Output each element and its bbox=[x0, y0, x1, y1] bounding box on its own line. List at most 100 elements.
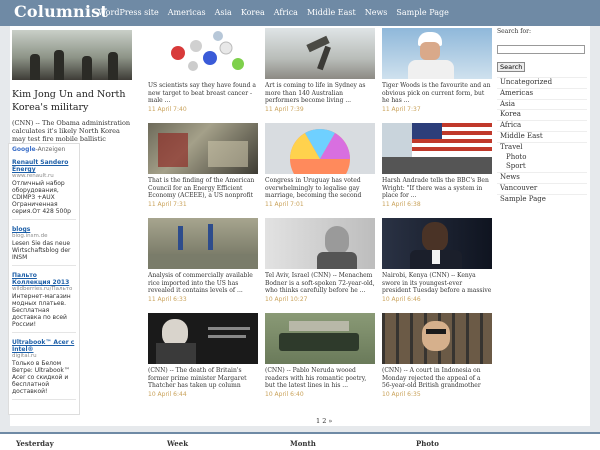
category-middle-east[interactable]: Middle East bbox=[497, 130, 587, 142]
site-title[interactable]: Columnist bbox=[14, 2, 108, 21]
wind-person-image[interactable] bbox=[265, 28, 375, 79]
man-portrait-image[interactable] bbox=[382, 218, 492, 269]
post-excerpt: Analysis of commercially available rice … bbox=[148, 272, 253, 294]
post-excerpt: That is the finding of the American Coun… bbox=[148, 177, 255, 200]
footer-week[interactable]: Week bbox=[167, 439, 188, 448]
google-ads-suffix: -Anzeigen bbox=[35, 146, 66, 153]
category-sport[interactable]: Sport bbox=[497, 162, 587, 172]
ad-item[interactable]: blogs blog.insm.de Lesen Sie das neue Wi… bbox=[12, 226, 76, 266]
main-nav: WordPress site Americas Asia Korea Afric… bbox=[98, 8, 458, 17]
category-africa[interactable]: Africa bbox=[497, 120, 587, 131]
post-excerpt: Art is coming to life in Sydney as more … bbox=[265, 82, 366, 104]
post-excerpt: Tiger Woods is the favourite and an obvi… bbox=[382, 82, 491, 104]
post-card: Congress in Uruguay has voted overwhelmi… bbox=[265, 123, 375, 208]
post-card: (CNN) -- The death of Britain's former p… bbox=[148, 313, 258, 398]
lead-story: Kim Jong Un and North Korea's military (… bbox=[12, 30, 132, 158]
post-date: 10 April 6:44 bbox=[148, 391, 187, 398]
flag-svg bbox=[382, 123, 492, 174]
post-card: Tiger Woods is the favourite and an obvi… bbox=[382, 28, 492, 113]
right-sidebar: Search for: Search Uncategorized America… bbox=[497, 28, 587, 205]
post-card: (CNN) -- A court in Indonesia on Monday … bbox=[382, 313, 492, 398]
search-input[interactable] bbox=[497, 44, 585, 54]
footer-photo[interactable]: Photo bbox=[416, 439, 439, 448]
thatcher-image[interactable] bbox=[148, 313, 258, 364]
category-americas[interactable]: Americas bbox=[497, 87, 587, 99]
post-date: 11 April 6:38 bbox=[382, 201, 421, 208]
crowd-image[interactable] bbox=[148, 123, 258, 174]
footer-yesterday[interactable]: Yesterday bbox=[16, 439, 54, 448]
post-excerpt: Harsh Andrade tells the BBC's Ben Wright… bbox=[382, 177, 489, 199]
post-card: US scientists say they have found a new … bbox=[148, 28, 258, 113]
nav-asia[interactable]: Asia bbox=[215, 8, 232, 17]
post-excerpt: (CNN) -- A court in Indonesia on Monday … bbox=[382, 367, 481, 390]
post-date: 10 April 10:27 bbox=[265, 296, 308, 303]
lead-story-title[interactable]: Kim Jong Un and North Korea's military bbox=[12, 88, 132, 114]
prisoner-image[interactable] bbox=[382, 313, 492, 364]
post-date: 11 April 7:37 bbox=[382, 106, 421, 113]
post-date: 11 April 7:39 bbox=[265, 106, 304, 113]
umbrellas-svg bbox=[290, 128, 350, 174]
site-header: Columnist WordPress site Americas Asia K… bbox=[0, 0, 600, 26]
golfer-image[interactable] bbox=[382, 28, 492, 79]
nav-korea[interactable]: Korea bbox=[241, 8, 265, 17]
category-uncategorized[interactable]: Uncategorized bbox=[497, 77, 587, 88]
post-card: (CNN) -- Pablo Neruda wooed readers with… bbox=[265, 313, 375, 398]
ad-url[interactable]: digital.ru bbox=[12, 353, 76, 360]
category-travel[interactable]: Travel bbox=[497, 141, 587, 153]
ad-item[interactable]: Пальто Коллекция 2013 wildberries.ru/Пал… bbox=[12, 272, 76, 333]
nav-sample-page[interactable]: Sample Page bbox=[396, 8, 448, 17]
google-logo: Google bbox=[12, 146, 36, 153]
ad-title[interactable]: Пальто Коллекция 2013 bbox=[12, 272, 76, 286]
lead-story-image[interactable] bbox=[12, 30, 132, 80]
flag-image[interactable] bbox=[382, 123, 492, 174]
google-ads-box: Google-Anzeigen Renault Sandero Energy w… bbox=[8, 143, 80, 415]
ad-title[interactable]: blogs bbox=[12, 226, 76, 233]
category-news[interactable]: News bbox=[497, 172, 587, 183]
category-list: Uncategorized Americas Asia Korea Africa… bbox=[497, 77, 587, 205]
boy-portrait-image[interactable] bbox=[265, 218, 375, 269]
post-excerpt: (CNN) -- The death of Britain's former p… bbox=[148, 367, 247, 390]
nav-news[interactable]: News bbox=[365, 8, 388, 17]
post-excerpt: Nairobi, Kenya (CNN) -- Kenya swore in i… bbox=[382, 272, 492, 295]
category-korea[interactable]: Korea bbox=[497, 109, 587, 120]
ad-item[interactable]: Renault Sandero Energy www.renault.ru От… bbox=[12, 159, 76, 220]
search-button[interactable]: Search bbox=[497, 62, 526, 72]
post-excerpt: Tel Aviv, Israel (CNN) -- Menachem Bodne… bbox=[265, 272, 375, 294]
nav-americas[interactable]: Americas bbox=[168, 8, 206, 17]
footer-month[interactable]: Month bbox=[290, 439, 316, 448]
post-excerpt: (CNN) -- Pablo Neruda wooed readers with… bbox=[265, 367, 367, 389]
molecule-image[interactable] bbox=[148, 28, 258, 79]
category-photo[interactable]: Photo bbox=[497, 153, 587, 163]
crypt-image[interactable] bbox=[265, 313, 375, 364]
nav-wordpress-site[interactable]: WordPress site bbox=[98, 8, 159, 17]
umbrellas-image[interactable] bbox=[265, 123, 375, 174]
post-card: That is the finding of the American Coun… bbox=[148, 123, 258, 208]
ad-title[interactable]: Renault Sandero Energy bbox=[12, 159, 76, 173]
pagination[interactable]: 1 2 » bbox=[316, 417, 332, 425]
post-card: Harsh Andrade tells the BBC's Ben Wright… bbox=[382, 123, 492, 208]
ad-text: Только в Белом Ветре: Ultrabook™ Acer со… bbox=[12, 360, 70, 395]
ad-url[interactable]: blog.insm.de bbox=[12, 233, 76, 240]
ad-text: Интернет-магазин модных платьев. Бесплат… bbox=[12, 293, 71, 328]
post-date: 10 April 6:35 bbox=[382, 391, 421, 398]
post-date: 10 April 6:40 bbox=[265, 391, 304, 398]
ad-url[interactable]: wildberries.ru/Пальто bbox=[12, 286, 76, 293]
ad-url[interactable]: www.renault.ru bbox=[12, 173, 76, 180]
post-date: 11 April 7:01 bbox=[265, 201, 304, 208]
pickets-image[interactable] bbox=[148, 218, 258, 269]
post-card: Nairobi, Kenya (CNN) -- Kenya swore in i… bbox=[382, 218, 492, 303]
ad-title[interactable]: Ultrabook™ Acer с Intel® bbox=[12, 339, 76, 353]
nav-africa[interactable]: Africa bbox=[274, 8, 298, 17]
ad-text: Отличный набор оборудования, CDIMP3 +AUX… bbox=[12, 180, 71, 215]
post-date: 11 April 7:31 bbox=[148, 201, 187, 208]
category-asia[interactable]: Asia bbox=[497, 98, 587, 110]
category-vancouver[interactable]: Vancouver bbox=[497, 182, 587, 194]
category-sample-page[interactable]: Sample Page bbox=[497, 193, 587, 205]
search-label: Search for: bbox=[497, 28, 531, 35]
nav-middle-east[interactable]: Middle East bbox=[307, 8, 356, 17]
footer-bar: Yesterday Week Month Photo bbox=[0, 432, 600, 450]
google-ads-label: Google-Anzeigen bbox=[12, 146, 76, 153]
ad-item[interactable]: Ultrabook™ Acer с Intel® digital.ru Толь… bbox=[12, 339, 76, 400]
post-date: 11 April 7:40 bbox=[148, 106, 187, 113]
post-date: 11 April 6:33 bbox=[148, 296, 187, 303]
